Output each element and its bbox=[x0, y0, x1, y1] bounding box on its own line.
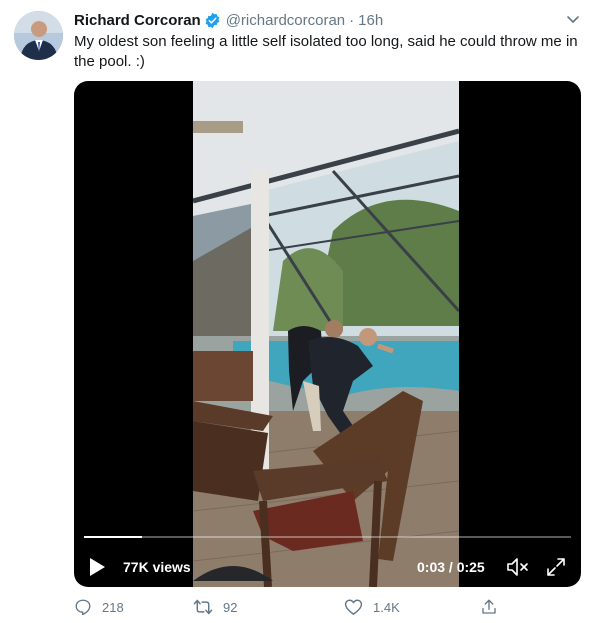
avatar[interactable] bbox=[14, 11, 63, 60]
time-readout: 0:03 / 0:25 bbox=[417, 559, 485, 575]
tweet[interactable]: Richard Corcoran @richardcorcoran · 16h … bbox=[0, 0, 599, 623]
play-icon bbox=[90, 558, 105, 576]
fullscreen-button[interactable] bbox=[545, 555, 567, 579]
retweet-count: 92 bbox=[223, 599, 238, 615]
video-player[interactable]: 77K views 0:03 / 0:25 bbox=[74, 81, 581, 587]
like-button[interactable]: 1.4K bbox=[344, 598, 400, 616]
tweet-timestamp[interactable]: 16h bbox=[358, 12, 383, 29]
separator-dot: · bbox=[349, 11, 355, 29]
mute-button[interactable] bbox=[506, 555, 530, 579]
retweet-button[interactable]: 92 bbox=[193, 598, 237, 616]
retweet-icon bbox=[193, 599, 213, 615]
share-icon bbox=[482, 599, 496, 614]
reply-icon bbox=[75, 599, 91, 616]
progress-bar[interactable] bbox=[84, 536, 571, 538]
reply-count: 218 bbox=[102, 599, 124, 615]
like-count: 1.4K bbox=[373, 599, 400, 615]
play-button[interactable] bbox=[88, 555, 110, 579]
tweet-header: Richard Corcoran @richardcorcoran · 16h bbox=[74, 10, 383, 30]
view-count: 77K views bbox=[123, 559, 191, 575]
reply-button[interactable]: 218 bbox=[74, 598, 124, 616]
author-name[interactable]: Richard Corcoran bbox=[74, 12, 201, 29]
volume-muted-icon bbox=[507, 558, 528, 576]
like-icon bbox=[344, 599, 363, 615]
fullscreen-icon bbox=[547, 558, 565, 576]
video-frame[interactable] bbox=[193, 81, 459, 587]
tweet-text: My oldest son feeling a little self isol… bbox=[74, 33, 578, 70]
share-button[interactable] bbox=[480, 598, 508, 616]
author-handle[interactable]: @richardcorcoran bbox=[226, 12, 345, 29]
tweet-actions: 218 92 1.4K bbox=[74, 598, 496, 620]
progress-fill bbox=[84, 536, 143, 538]
verified-badge-icon bbox=[205, 12, 220, 28]
chevron-down-icon[interactable] bbox=[565, 11, 581, 27]
